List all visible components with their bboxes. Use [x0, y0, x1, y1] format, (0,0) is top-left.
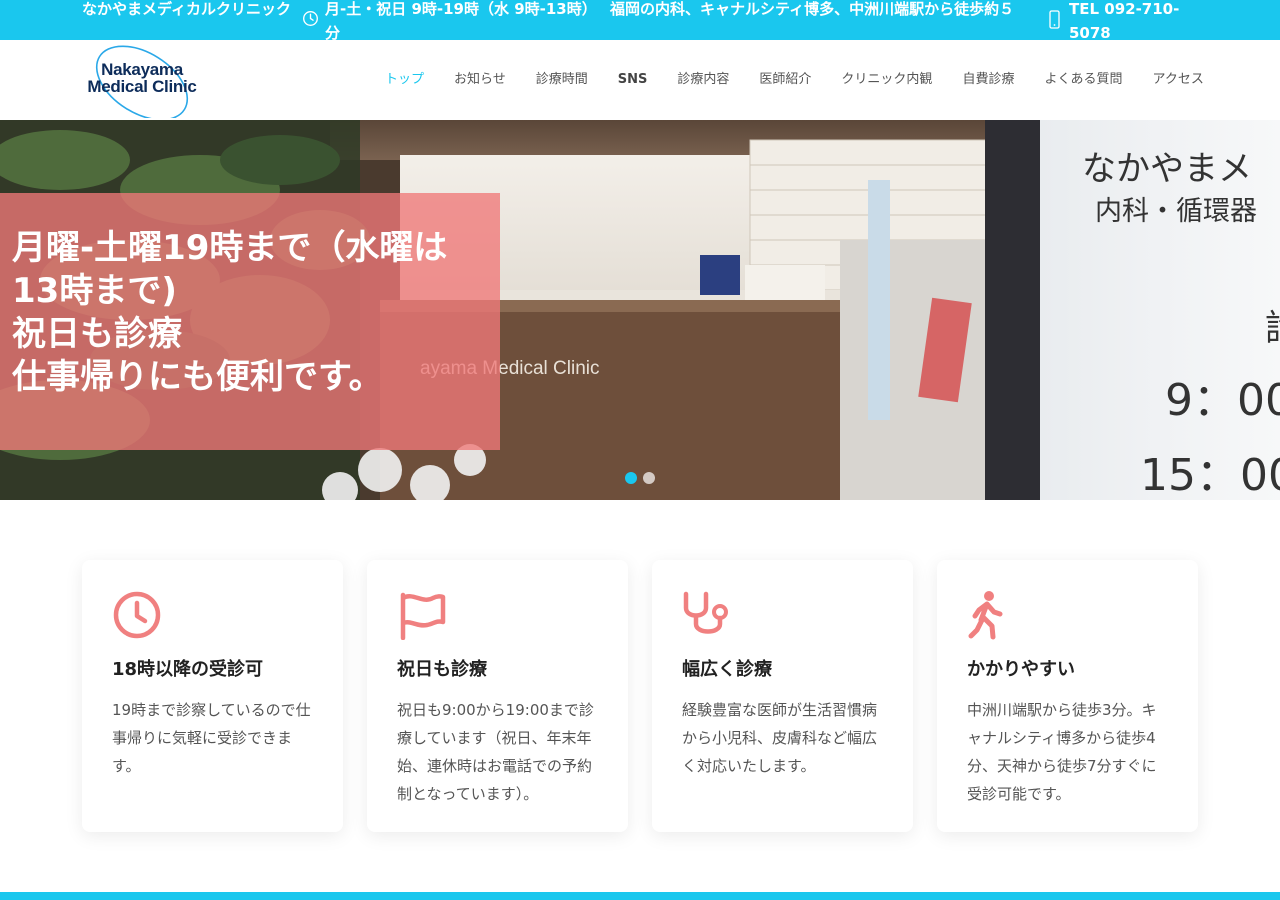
feature-text: 中洲川端駅から徒歩3分。キャナルシティ博多から徒歩4分、天神から徒歩7分すぐに受… — [967, 701, 1157, 803]
feature-title: かかりやすい — [967, 659, 1075, 680]
nav-item-news[interactable]: お知らせ — [439, 40, 521, 120]
slider-dot-1[interactable] — [625, 472, 637, 484]
clinic-logo[interactable]: Nakayama Medical Clinic — [80, 44, 204, 121]
photo-glass-time-1: 9：00 — [1165, 375, 1280, 426]
nav-item-self-pay[interactable]: 自費診療 — [947, 40, 1029, 120]
stethoscope-icon — [683, 591, 728, 634]
nav-item-doctor[interactable]: 医師紹介 — [744, 40, 826, 120]
slider-dots — [625, 472, 655, 484]
feature-title: 18時以降の受診可 — [112, 659, 264, 680]
photo-glass-char: 診 — [1265, 308, 1280, 349]
footer-accent-bar — [0, 892, 1280, 900]
feature-card: 18時以降の受診可 19時まで診察しているので仕事帰りに気軽に受診できます。 — [82, 560, 343, 832]
photo-glass-time-2: 15：00 — [1140, 450, 1280, 500]
photo-glass-title: なかやまメ — [1082, 149, 1252, 189]
hero-line-2: 13時まで) — [12, 271, 177, 311]
topbar-hours-text: 月-土・祝日 9時-19時（水 9時-13時） — [325, 0, 597, 18]
logo-line-1: Nakayama — [101, 60, 183, 79]
nav-item-faq[interactable]: よくある質問 — [1029, 40, 1137, 120]
feature-text: 祝日も9:00から19:00まで診療しています（祝日、年末年始、連休時はお電話で… — [397, 701, 594, 803]
hero-line-3: 祝日も診療 — [12, 314, 182, 354]
hero-line-1: 月曜-土曜19時まで（水曜は — [12, 228, 448, 268]
flag-icon — [400, 592, 446, 641]
site-header: Nakayama Medical Clinic トップ お知らせ 診療時間 SN… — [0, 40, 1280, 121]
feature-card: 祝日も診療 祝日も9:00から19:00まで診療しています（祝日、年末年始、連休… — [367, 560, 628, 832]
feature-card: 幅広く診療 経験豊富な医師が生活習慣病から小児科、皮膚科など幅広く対応いたします… — [652, 560, 913, 832]
nav-item-access[interactable]: アクセス — [1137, 40, 1218, 120]
feature-text: 経験豊富な医師が生活習慣病から小児科、皮膚科など幅広く対応いたします。 — [682, 701, 878, 775]
topbar-hours: 月-土・祝日 9時-19時（水 9時-13時） 分 — [325, 0, 600, 45]
feature-cards: 18時以降の受診可 19時まで診察しているので仕事帰りに気軽に受診できます。 祝… — [82, 560, 1198, 832]
topbar-clinic-name: なかやまメディカルクリニック — [82, 0, 291, 18]
topbar-tel-link[interactable]: TEL 092-710-5078 — [1069, 0, 1189, 45]
clock-icon — [303, 11, 318, 26]
feature-text: 19時まで診察しているので仕事帰りに気軽に受診できます。 — [112, 701, 311, 775]
topbar-description: 福岡の内科、キャナルシティ博多、中洲川端駅から徒歩約５ — [610, 0, 1015, 18]
walking-person-icon — [968, 591, 1003, 640]
nav-item-hours[interactable]: 診療時間 — [521, 40, 603, 120]
main-nav: トップ お知らせ 診療時間 SNS 診療内容 医師紹介 クリニック内観 自費診療… — [370, 40, 1219, 120]
logo-text: Nakayama Medical Clinic — [82, 61, 202, 95]
hero-caption: 月曜-土曜19時まで（水曜は 13時まで) 祝日も診療 仕事帰りにも便利です。 — [12, 227, 482, 399]
hero-slider[interactable]: ayama Medical Clinic なかやまメ 内科・循環器 診 9：00… — [0, 120, 1280, 500]
feature-card: かかりやすい 中洲川端駅から徒歩3分。キャナルシティ博多から徒歩4分、天神から徒… — [937, 560, 1198, 832]
photo-glass-dept: 内科・循環器 — [1095, 196, 1257, 227]
slider-dot-2[interactable] — [643, 472, 655, 484]
top-info-bar: なかやまメディカルクリニック 月-土・祝日 9時-19時（水 9時-13時） 分… — [0, 0, 1280, 42]
logo-line-2: Medical Clinic — [87, 77, 197, 96]
feature-title: 祝日も診療 — [397, 659, 487, 680]
nav-item-top[interactable]: トップ — [370, 40, 439, 120]
hero-line-4: 仕事帰りにも便利です。 — [12, 357, 383, 397]
nav-item-interior[interactable]: クリニック内観 — [826, 40, 947, 120]
nav-item-sns[interactable]: SNS — [603, 40, 663, 120]
feature-title: 幅広く診療 — [682, 659, 772, 680]
clock-icon — [113, 591, 161, 639]
mobile-phone-icon — [1049, 10, 1060, 29]
nav-item-services[interactable]: 診療内容 — [662, 40, 744, 120]
